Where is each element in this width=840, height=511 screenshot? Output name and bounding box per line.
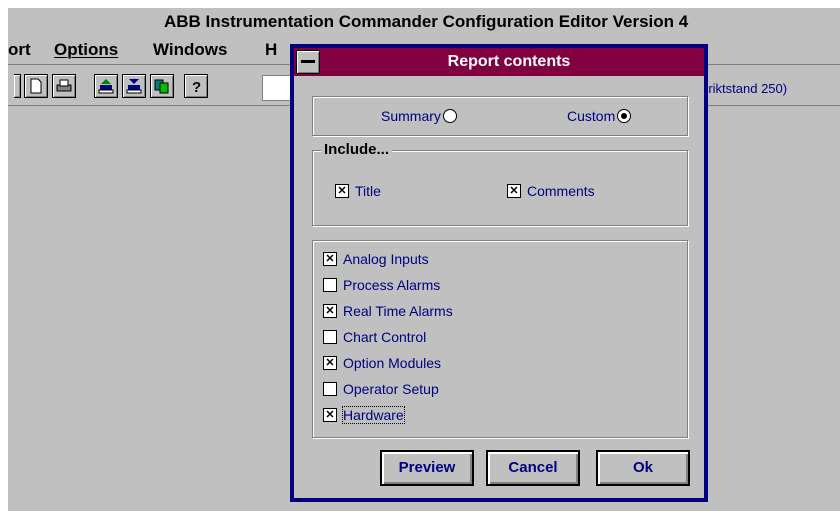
analog-inputs-checkbox-box[interactable]: ✕ <box>323 252 337 266</box>
custom-radio-button[interactable] <box>617 109 632 123</box>
operator-setup-label: Operator Setup <box>343 381 439 397</box>
save-load-icon[interactable] <box>122 74 146 98</box>
operator-setup-checkbox[interactable]: Operator Setup <box>323 381 439 397</box>
include-legend: Include... <box>321 141 393 158</box>
comments-checkbox[interactable]: ✕ Comments <box>507 183 595 199</box>
process-alarms-label: Process Alarms <box>343 277 441 293</box>
preview-button[interactable]: Preview <box>380 450 474 486</box>
process-alarms-checkbox[interactable]: Process Alarms <box>323 277 440 293</box>
summary-radio-label: Summary <box>381 108 441 124</box>
real-time-alarms-checkbox[interactable]: ✕ Real Time Alarms <box>323 303 453 319</box>
new-document-icon[interactable] <box>24 74 48 98</box>
operator-setup-checkbox-box[interactable] <box>323 382 337 396</box>
comments-checkbox-box[interactable]: ✕ <box>507 184 521 198</box>
cancel-button[interactable]: Cancel <box>486 450 580 486</box>
load-icon[interactable] <box>94 74 118 98</box>
app-title-bar: ABB Instrumentation Commander Configurat… <box>8 8 840 36</box>
chart-control-checkbox[interactable]: Chart Control <box>323 329 426 345</box>
analog-inputs-label: Analog Inputs <box>343 251 429 267</box>
dialog-title: Report contents <box>447 53 571 70</box>
summary-radio[interactable]: Summary <box>381 108 457 124</box>
print-icon[interactable] <box>52 74 76 98</box>
real-time-alarms-checkbox-box[interactable]: ✕ <box>323 304 337 318</box>
title-checkbox-label: Title <box>355 183 381 199</box>
custom-radio[interactable]: Custom <box>567 108 632 124</box>
summary-radio-button[interactable] <box>442 109 457 123</box>
option-modules-checkbox[interactable]: ✕ Option Modules <box>323 355 441 371</box>
menu-options[interactable]: Options <box>54 40 118 60</box>
custom-radio-label: Custom <box>567 108 616 124</box>
toolbar-edge <box>14 74 21 98</box>
status-text: (riktstand 250) <box>704 81 788 96</box>
menu-report[interactable]: ort <box>8 40 31 60</box>
main-window: ABB Instrumentation Commander Configurat… <box>8 8 840 511</box>
chart-control-label: Chart Control <box>343 329 427 345</box>
title-checkbox-box[interactable]: ✕ <box>335 184 349 198</box>
app-title: ABB Instrumentation Commander Configurat… <box>164 12 689 31</box>
copy-icon[interactable] <box>150 74 174 98</box>
real-time-alarms-label: Real Time Alarms <box>343 303 453 319</box>
comments-checkbox-label: Comments <box>527 183 595 199</box>
hardware-checkbox-box[interactable]: ✕ <box>323 408 337 422</box>
process-alarms-checkbox-box[interactable] <box>323 278 337 292</box>
report-contents-dialog: Report contents Summary Custom Include..… <box>290 44 708 502</box>
ok-button[interactable]: Ok <box>596 450 690 486</box>
analog-inputs-checkbox[interactable]: ✕ Analog Inputs <box>323 251 429 267</box>
dialog-title-bar: Report contents <box>294 48 704 76</box>
hardware-checkbox[interactable]: ✕ Hardware <box>323 406 405 424</box>
hardware-label: Hardware <box>342 406 405 424</box>
sections-group: ✕ Analog Inputs Process Alarms ✕ Real Ti… <box>312 240 688 438</box>
menu-help[interactable]: H <box>265 40 277 60</box>
title-checkbox[interactable]: ✕ Title <box>335 183 381 199</box>
option-modules-label: Option Modules <box>343 355 442 371</box>
help-icon[interactable]: ? <box>184 74 208 98</box>
chart-control-checkbox-box[interactable] <box>323 330 337 344</box>
svg-text:?: ? <box>192 79 201 94</box>
report-mode-group: Summary Custom <box>312 96 688 136</box>
menu-windows[interactable]: Windows <box>153 40 227 60</box>
include-group: Include... ✕ Title ✕ Comments <box>312 141 688 226</box>
option-modules-checkbox-box[interactable]: ✕ <box>323 356 337 370</box>
